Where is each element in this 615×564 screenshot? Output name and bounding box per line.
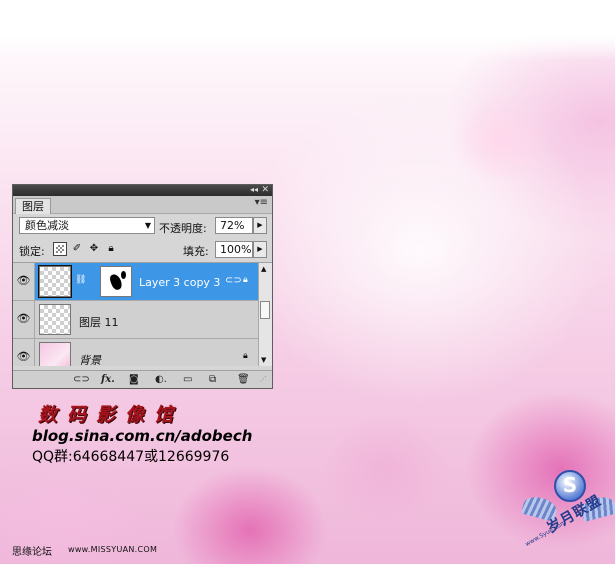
eye-icon[interactable]: 👁︎ [13,263,35,300]
panel-tabs: 图层 ▾≡ [13,196,272,214]
fx-icon[interactable]: fx. [101,373,115,386]
blend-mode-select[interactable]: 颜色减淡 ▼ [19,217,155,234]
fill-label: 填充: [183,245,209,258]
new-layer-icon[interactable]: ⧉ [209,373,216,386]
watermark-blog: blog.sina.com.cn/adobech [32,427,253,445]
trash-icon[interactable]: 🗑︎ [237,373,250,386]
close-icon[interactable]: ✕ [261,184,269,196]
link-icon: ⊂⊃ [225,275,242,286]
layers-scrollbar[interactable]: ▲ ▼ [258,263,272,366]
layers-list: 👁︎ ⛓︎ Layer 3 copy 3 ⊂⊃ 🔒︎ 👁︎ 图层 11 👁︎ 背… [13,263,272,366]
add-mask-icon[interactable]: ◙ [129,373,139,386]
blend-mode-value: 颜色减淡 [25,219,69,232]
lock-icon: 🔒︎ [243,351,248,361]
blend-row: 颜色减淡 ▼ 不透明度: 72% ▶ [13,214,272,238]
panel-menu-icon[interactable]: ▾≡ [255,197,268,208]
opacity-label: 不透明度: [159,222,207,235]
footer-url: www.MISSYUAN.COM [68,545,158,554]
site-logo: S 岁月联盟 www.Syue.com [515,470,615,560]
group-folder-icon[interactable]: ▭ [183,373,192,386]
layer-thumbnail [39,304,71,335]
eye-icon[interactable]: 👁︎ [13,339,35,366]
lock-position-move-icon[interactable]: ✥ [87,242,101,256]
panel-title-bar[interactable]: ◂◂ ✕ [13,185,272,196]
resize-grip-icon[interactable]: ⋰ [260,373,267,386]
collapse-icon[interactable]: ◂◂ [250,184,258,196]
scroll-down-icon[interactable]: ▼ [261,356,266,364]
fill-field[interactable]: 100% [215,241,253,258]
lock-all-icon[interactable]: 🔒︎ [104,242,118,256]
layer-name: 背景 [79,354,101,366]
watermark-qq: QQ群:64668447或12669976 [32,449,230,465]
lock-row: 锁定: ✐ ✥ 🔒︎ 填充: 100% ▶ [13,238,272,263]
watermark-title: 数码影像馆 [38,404,184,426]
opacity-slider-button[interactable]: ▶ [253,217,267,234]
background-top-fade [0,0,615,60]
layer-name: Layer 3 copy 3 [139,276,221,289]
chain-link-icon[interactable]: ⛓︎ [75,275,86,285]
opacity-field[interactable]: 72% [215,217,253,234]
layer-row[interactable]: 👁︎ ⛓︎ Layer 3 copy 3 ⊂⊃ 🔒︎ [13,263,258,301]
layer-row[interactable]: 👁︎ 图层 11 [13,301,258,339]
layer-name: 图层 11 [79,316,119,329]
layer-mask-thumbnail[interactable] [100,266,132,297]
fill-slider-button[interactable]: ▶ [253,241,267,258]
lock-pixels-brush-icon[interactable]: ✐ [70,242,84,256]
adjustment-layer-icon[interactable]: ◐. [155,373,167,386]
layer-thumbnail [38,265,72,298]
lock-label: 锁定: [19,245,45,258]
layer-thumbnail [39,342,71,366]
eye-icon[interactable]: 👁︎ [13,301,35,338]
scroll-thumb[interactable] [260,301,270,319]
tab-layers[interactable]: 图层 [15,198,51,214]
scroll-up-icon[interactable]: ▲ [261,265,266,273]
lock-icon: 🔒︎ [243,275,248,285]
link-layers-icon[interactable]: ⊂⊃ [73,373,90,386]
layers-panel: ◂◂ ✕ 图层 ▾≡ 颜色减淡 ▼ 不透明度: 72% ▶ 锁定: ✐ ✥ 🔒︎… [12,184,273,389]
layer-row[interactable]: 👁︎ 背景 🔒︎ [13,339,258,366]
lock-transparency-icon[interactable] [53,242,67,256]
footer-forum: 思缘论坛 [12,547,52,558]
panel-bottom-toolbar: ⊂⊃ fx. ◙ ◐. ▭ ⧉ 🗑︎ ⋰ [13,370,272,388]
mask-shape [121,271,126,279]
chevron-down-icon: ▼ [144,221,151,230]
